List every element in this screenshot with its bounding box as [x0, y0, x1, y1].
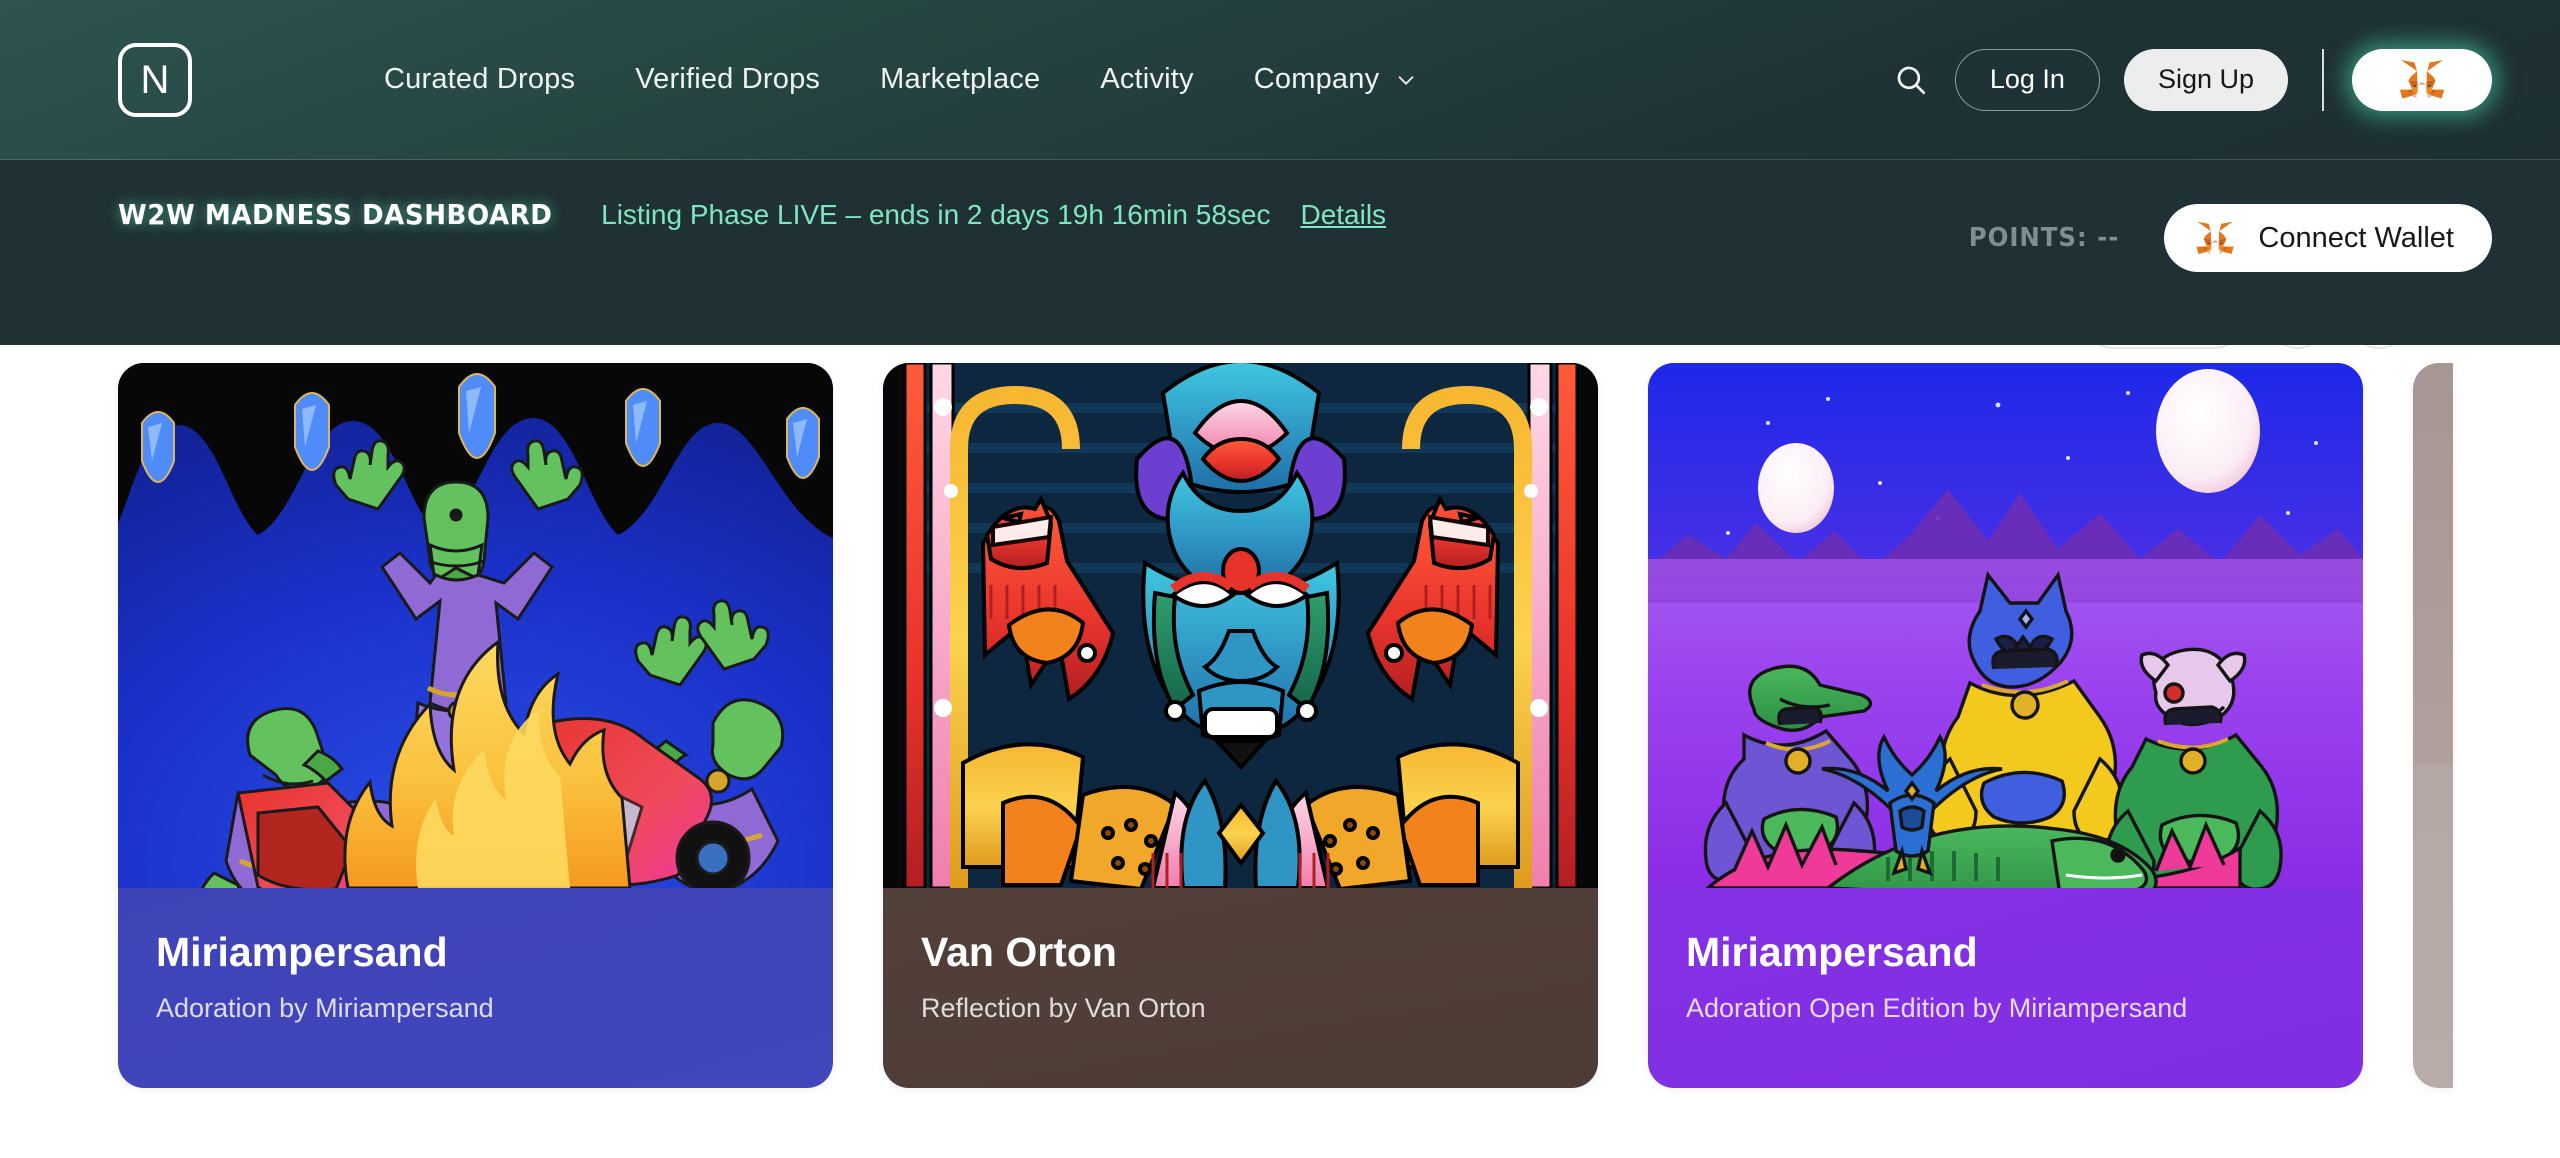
- login-button[interactable]: Log In: [1954, 48, 2100, 111]
- drop-card-meta: Van Orton Reflection by Van Orton: [883, 888, 1598, 1088]
- banner-actions: POINTS: -- Connect Wallet: [1964, 160, 2492, 272]
- banner-details-link[interactable]: Details: [1300, 199, 1386, 231]
- nav-label: Verified Drops: [635, 63, 821, 95]
- view-all-button-clipped[interactable]: [2084, 345, 2244, 349]
- points-label: POINTS:: [1969, 223, 2088, 253]
- drop-artwork: [883, 363, 1598, 888]
- drop-artist-name: Van Orton: [921, 929, 1117, 975]
- carousel-next-button-clipped[interactable]: [2350, 345, 2408, 349]
- drop-subtitle: Adoration Open Edition by Miriampersand: [1686, 993, 2188, 1024]
- banner-title: W2W MADNESS DASHBOARD: [118, 198, 553, 231]
- signup-button[interactable]: Sign Up: [2123, 48, 2288, 111]
- meditating-animals-artwork: [1648, 363, 2363, 888]
- banner-status-text: Listing Phase LIVE – ends in 2 days 19h …: [601, 199, 1271, 230]
- metamask-fox-icon: [2399, 59, 2445, 98]
- drop-artist-name: Miriampersand: [156, 929, 448, 975]
- drop-artwork: [118, 363, 833, 888]
- nav-link-marketplace[interactable]: Marketplace: [880, 63, 1040, 96]
- stained-glass-face-artwork: [883, 363, 1598, 888]
- nav-label: Company: [1253, 63, 1380, 95]
- drop-card[interactable]: Van Orton Reflection by Van Orton: [883, 363, 1598, 1088]
- drop-card-meta: Miriampersand Adoration by Miriampersand: [118, 888, 833, 1088]
- dashboard-banner: W2W MADNESS DASHBOARD Listing Phase LIVE…: [0, 160, 2560, 345]
- banner-info: W2W MADNESS DASHBOARD Listing Phase LIVE…: [118, 160, 1386, 235]
- search-icon[interactable]: [1887, 56, 1935, 104]
- crocodile-cultists-artwork: [118, 363, 833, 888]
- nav-label: Curated Drops: [384, 63, 576, 95]
- logo-letter: N: [140, 57, 170, 102]
- metamask-fox-icon: [2196, 221, 2235, 254]
- primary-nav-links: Curated Drops Verified Drops Marketplace…: [384, 63, 1417, 96]
- nav-divider: [2322, 48, 2324, 111]
- connect-wallet-button[interactable]: Connect Wallet: [2164, 204, 2492, 272]
- points-display: POINTS: --: [1969, 223, 2120, 253]
- drop-artwork: [1648, 363, 2363, 888]
- site-logo[interactable]: N: [118, 42, 192, 117]
- carousel-prev-button-clipped[interactable]: [2268, 345, 2326, 349]
- section-controls-clipped: [2084, 345, 2408, 349]
- nav-label: Marketplace: [880, 63, 1041, 95]
- chevron-down-icon: [1398, 75, 1414, 85]
- drop-card-meta: Miriampersand Adoration Open Edition by …: [1648, 888, 2363, 1088]
- nav-label: Activity: [1100, 63, 1194, 95]
- nav-link-verified-drops[interactable]: Verified Drops: [635, 63, 820, 96]
- banner-text-line: W2W MADNESS DASHBOARD Listing Phase LIVE…: [118, 196, 1386, 235]
- nav-link-activity[interactable]: Activity: [1100, 63, 1193, 96]
- connect-wallet-label: Connect Wallet: [2258, 221, 2454, 254]
- drop-subtitle: Adoration by Miriampersand: [156, 993, 494, 1024]
- drops-carousel[interactable]: Miriampersand Adoration by Miriampersand: [0, 363, 2560, 1098]
- drop-card-next-peek[interactable]: [2413, 363, 2453, 1088]
- points-value: --: [2097, 223, 2120, 253]
- drop-card[interactable]: Miriampersand Adoration by Miriampersand: [118, 363, 833, 1088]
- section-header-clipped-row: p: [0, 345, 2560, 363]
- nav-link-company[interactable]: Company: [1254, 63, 1418, 96]
- drop-artist-name: Miriampersand: [1686, 929, 1978, 975]
- drop-subtitle: Reflection by Van Orton: [921, 993, 1206, 1024]
- wallet-connect-icon-button[interactable]: [2352, 48, 2492, 111]
- nav-link-curated-drops[interactable]: Curated Drops: [384, 63, 575, 96]
- nav-actions: Log In Sign Up: [1887, 48, 2492, 111]
- drop-card[interactable]: Miriampersand Adoration Open Edition by …: [1648, 363, 2363, 1088]
- top-navigation-bar: N Curated Drops Verified Drops Marketpla…: [0, 0, 2560, 160]
